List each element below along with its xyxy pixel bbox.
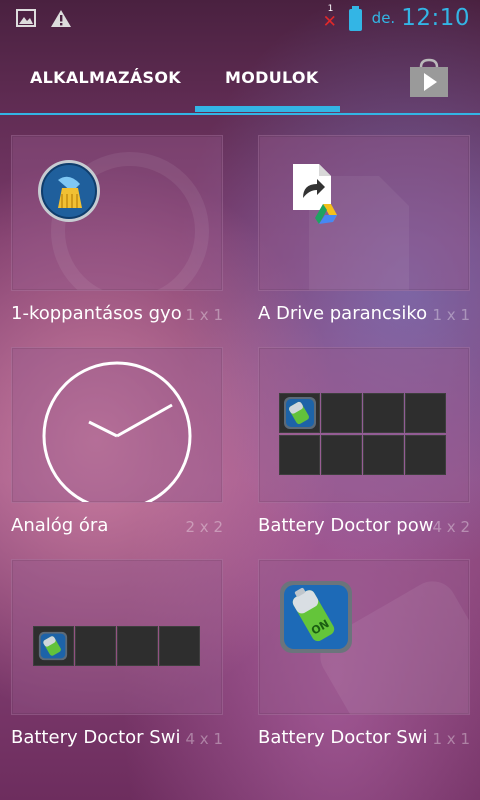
broom-cleaner-icon [36,158,102,228]
widget-preview[interactable]: ON [258,559,470,715]
status-bar: 1 ✕ de. 12:10 [0,0,480,38]
widget-item[interactable]: Analóg óra 2 x 2 [11,347,223,547]
tab-widgets[interactable]: MODULOK [225,68,319,87]
clock-ampm: de. [371,9,396,27]
active-tab-indicator [195,106,340,112]
widget-preview[interactable] [258,135,470,291]
battery-switch-on-icon: ON [279,580,353,658]
warning-icon [50,9,72,32]
analog-clock-icon [41,360,195,511]
widget-item[interactable]: 1-koppantásos gyo 1 x 1 [11,135,223,335]
widget-size: 2 x 2 [185,518,223,536]
drive-shortcut-icon [289,162,345,228]
widget-size: 4 x 2 [432,518,470,536]
widget-preview[interactable] [11,559,223,715]
widget-size: 1 x 1 [185,306,223,324]
play-store-button[interactable] [408,58,450,98]
battery-doctor-icon [38,631,68,665]
widget-preview[interactable] [258,347,470,503]
shopping-bag-icon [410,58,448,97]
widget-size: 1 x 1 [432,306,470,324]
widget-item[interactable]: ON Battery Doctor Swi 1 x 1 [258,559,470,759]
no-signal-icon: 1 ✕ [322,4,337,32]
tab-bar: ALKALMAZÁSOK MODULOK [0,38,480,116]
widget-size: 1 x 1 [432,730,470,748]
widget-preview[interactable] [11,347,223,511]
widget-item[interactable]: Battery Doctor Swi 4 x 1 [11,559,223,759]
picture-icon [16,9,36,32]
widget-item[interactable]: A Drive parancsiko 1 x 1 [258,135,470,335]
widget-size: 4 x 1 [185,730,223,748]
widget-preview[interactable] [11,135,223,291]
battery-doctor-icon [283,396,317,434]
widget-item[interactable]: Battery Doctor pow 4 x 2 [258,347,470,547]
tab-divider [0,113,480,115]
clock: 12:10 [401,5,470,31]
tab-apps[interactable]: ALKALMAZÁSOK [30,68,181,87]
battery-icon [348,6,362,31]
